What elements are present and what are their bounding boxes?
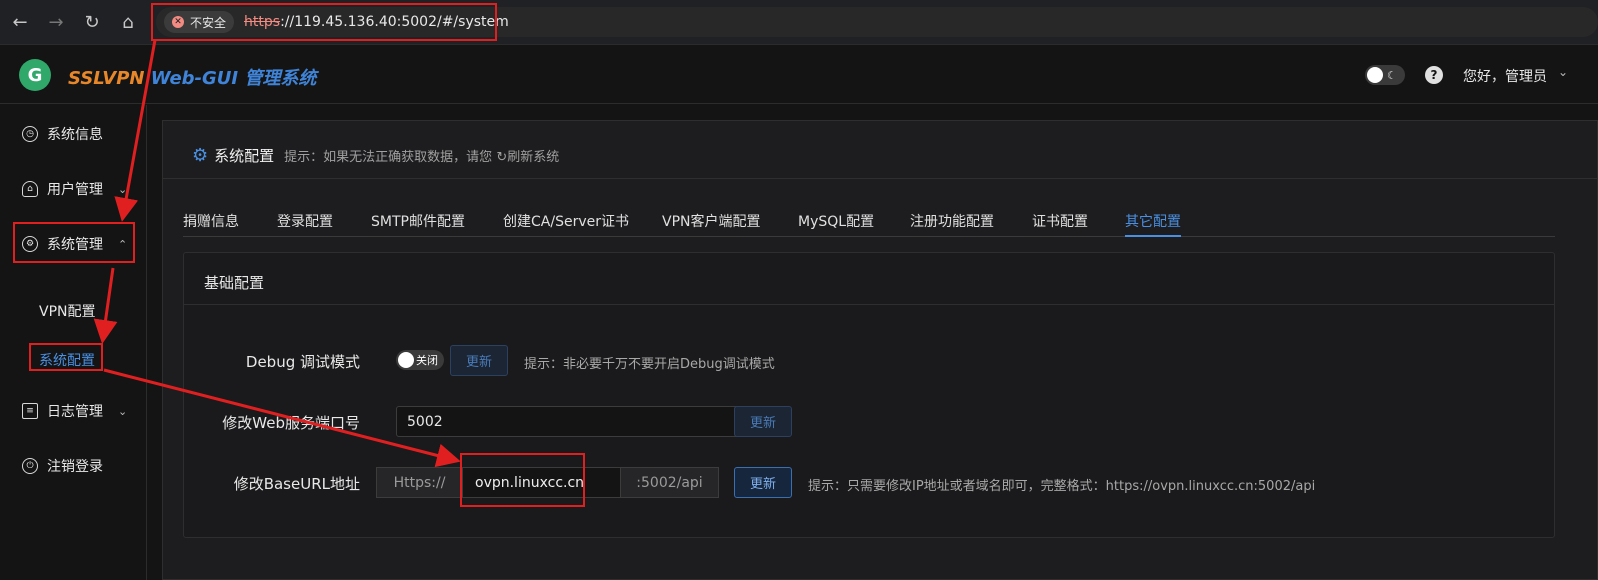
theme-toggle[interactable]: ☾ <box>1365 65 1405 85</box>
annotation-box-baseurl <box>460 453 585 507</box>
sidebar-item-label: 日志管理 <box>47 404 103 420</box>
tab-smtp[interactable]: SMTP邮件配置 <box>371 211 465 231</box>
page-header: ⚙ 系统配置 提示：如果无法正确获取数据，请您 ↻刷新系统 <box>192 145 559 166</box>
debug-tip: 提示：非必要千万不要开启Debug调试模式 <box>524 357 775 372</box>
baseurl-update-button[interactable]: 更新 <box>734 467 792 498</box>
tab-login[interactable]: 登录配置 <box>277 211 333 231</box>
sidebar-item-label: 用户管理 <box>47 182 103 198</box>
brand-part1: SSLVPN <box>68 68 145 89</box>
document-icon: ≡ <box>22 403 38 419</box>
port-input[interactable]: 5002 <box>396 406 739 437</box>
baseurl-suffix: :5002/api <box>620 467 719 498</box>
app-title: SSLVPN Web-GUI 管理系统 <box>68 64 316 90</box>
divider <box>184 304 1554 305</box>
tab-donation[interactable]: 捐赠信息 <box>183 211 239 231</box>
home-icon[interactable]: ⌂ <box>112 6 144 38</box>
debug-update-button[interactable]: 更新 <box>450 345 508 376</box>
brand-part2: Web-GUI 管理系统 <box>144 68 317 89</box>
tab-vpn-client[interactable]: VPN客户端配置 <box>662 211 761 231</box>
refresh-link[interactable]: ↻刷新系统 <box>496 150 559 165</box>
refresh-icon: ↻ <box>496 150 508 165</box>
gear-icon: ⚙ <box>192 145 209 166</box>
sidebar-item-system-info[interactable]: ◷ 系统信息 <box>22 124 103 144</box>
toggle-knob <box>1367 67 1383 83</box>
tab-ca-server[interactable]: 创建CA/Server证书 <box>503 211 629 231</box>
tab-registration[interactable]: 注册功能配置 <box>910 211 994 231</box>
page-title: 系统配置 <box>214 147 275 165</box>
main-panel: ⚙ 系统配置 提示：如果无法正确获取数据，请您 ↻刷新系统 捐赠信息 登录配置 … <box>162 120 1598 580</box>
divider <box>163 178 1598 179</box>
user-icon: ⌂ <box>22 181 38 197</box>
logo: G <box>19 59 51 91</box>
annotation-box-system-config <box>29 343 103 371</box>
chevron-down-icon: ⌄ <box>118 404 128 418</box>
clock-icon: ◷ <box>22 126 38 142</box>
annotation-box-system-management <box>13 222 135 263</box>
debug-label: Debug 调试模式 <box>245 353 360 371</box>
switch-knob <box>398 352 414 368</box>
chevron-down-icon[interactable]: ⌄ <box>1558 65 1568 79</box>
chevron-down-icon: ⌄ <box>118 182 128 196</box>
tab-mysql[interactable]: MySQL配置 <box>798 211 874 231</box>
sidebar-item-user-management[interactable]: ⌂ 用户管理 ⌄ <box>22 179 127 199</box>
switch-state: 关闭 <box>416 354 438 367</box>
sidebar-item-logout[interactable]: ⏻ 注销登录 <box>22 456 103 476</box>
tab-other[interactable]: 其它配置 <box>1125 211 1181 237</box>
port-update-button[interactable]: 更新 <box>734 406 792 437</box>
baseurl-tip: 提示：只需要修改IP地址或者域名即可，完整格式：https://ovpn.lin… <box>808 479 1316 494</box>
reload-icon[interactable]: ↻ <box>76 6 108 38</box>
baseurl-prefix: Https:// <box>376 467 463 498</box>
help-icon[interactable]: ? <box>1425 66 1443 84</box>
sidebar-item-log-management[interactable]: ≡ 日志管理 ⌄ <box>22 401 127 421</box>
port-label: 修改Web服务端口号 <box>222 414 360 432</box>
basic-config-card: 基础配置 Debug 调试模式 关闭 更新 提示：非必要千万不要开启Debug调… <box>183 252 1555 538</box>
page-hint-text: 提示：如果无法正确获取数据，请您 <box>284 150 493 165</box>
user-greeting[interactable]: 您好，管理员 <box>1463 66 1547 86</box>
refresh-label: 刷新系统 <box>507 150 560 165</box>
sidebar-item-label: 系统信息 <box>47 127 103 143</box>
back-icon[interactable]: ← <box>4 6 36 38</box>
tab-certificate[interactable]: 证书配置 <box>1032 211 1088 231</box>
annotation-box-url <box>151 3 497 41</box>
page-hint: 提示：如果无法正确获取数据，请您 ↻刷新系统 <box>284 146 559 165</box>
sidebar-item-label: 注销登录 <box>47 459 103 475</box>
forward-icon[interactable]: → <box>40 6 72 38</box>
sidebar-sub-vpn-config[interactable]: VPN配置 <box>39 301 96 321</box>
debug-switch[interactable]: 关闭 <box>396 350 444 370</box>
app-header: G SSLVPN Web-GUI 管理系统 ☾ ? 您好，管理员 ⌄ <box>0 46 1598 104</box>
card-title: 基础配置 <box>204 274 265 292</box>
power-icon: ⏻ <box>22 458 38 474</box>
moon-icon: ☾ <box>1387 68 1397 82</box>
tab-bar: 捐赠信息 登录配置 SMTP邮件配置 创建CA/Server证书 VPN客户端配… <box>183 211 1555 237</box>
baseurl-label: 修改BaseURL地址 <box>233 475 360 493</box>
